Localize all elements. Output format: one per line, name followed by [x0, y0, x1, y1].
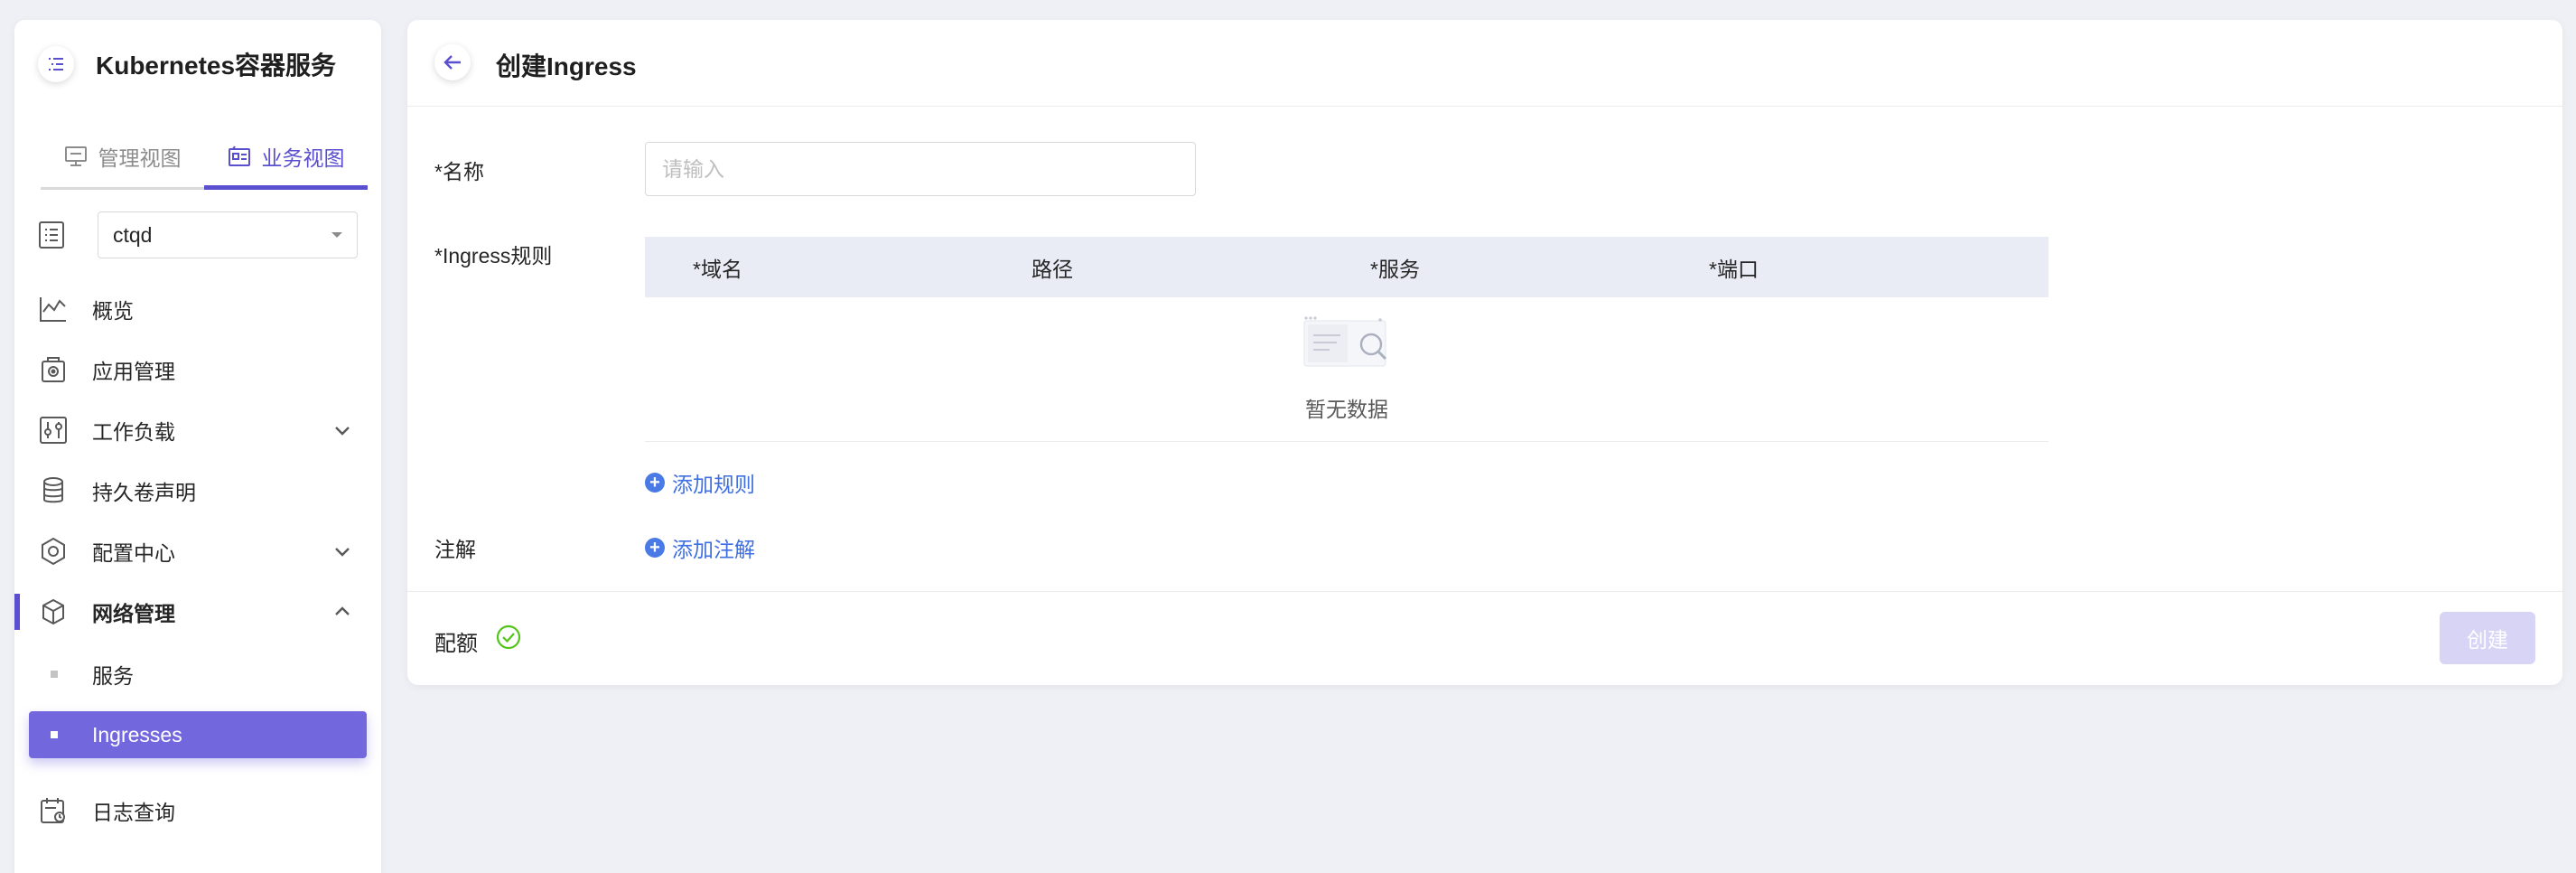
back-button[interactable]: [434, 44, 471, 80]
sidebar-item-workload[interactable]: 工作负载: [14, 403, 381, 457]
sidebar-subitem-label: 服务: [92, 664, 134, 688]
sidebar-item-label: 工作负载: [92, 420, 175, 444]
quota-label: 配额: [434, 632, 478, 656]
view-tabs: 管理视图 业务视图: [41, 125, 368, 190]
check-circle-icon[interactable]: [495, 624, 522, 651]
caret-down-icon: [331, 232, 342, 238]
tab-management-view[interactable]: 管理视图: [41, 125, 204, 187]
sidebar-subitem-label: Ingresses: [92, 722, 182, 746]
chevron-up-icon: [331, 601, 353, 623]
plus-circle-icon: +: [645, 538, 665, 558]
page-title: 创建Ingress: [496, 52, 637, 80]
chevron-down-icon: [331, 540, 353, 562]
empty-state: 暂无数据: [645, 297, 2049, 442]
annotations-label: 注解: [434, 538, 476, 561]
sidebar-item-pvc[interactable]: 持久卷声明: [14, 464, 381, 518]
name-label: *名称: [434, 160, 484, 183]
chevron-down-icon: [331, 419, 353, 441]
plus-circle-icon: +: [645, 473, 665, 493]
namespace-list-icon: [38, 221, 69, 249]
sidebar-item-label: 持久卷声明: [92, 481, 196, 504]
sidebar-item-label: 网络管理: [92, 602, 175, 625]
form-footer: 配额 创建: [407, 591, 2562, 685]
app-package-icon: [38, 354, 69, 385]
log-calendar-icon: [38, 795, 69, 826]
create-button[interactable]: 创建: [2440, 612, 2535, 664]
tab-management-view-label: 管理视图: [98, 146, 182, 170]
name-input[interactable]: [645, 142, 1196, 196]
empty-data-icon: [1303, 316, 1387, 367]
sidebar: Kubernetes容器服务 管理视图 业务视图 ctqd 概览 应用管理 工作…: [14, 20, 381, 873]
gear-icon: [38, 536, 69, 567]
create-ingress-card: 创建Ingress *名称 *Ingress规则 *域名 路径 *服务 *端口: [407, 20, 2562, 685]
column-header-service: *服务: [1370, 257, 1420, 281]
business-view-icon: [228, 145, 251, 167]
chart-line-icon: [38, 294, 69, 324]
namespace-row: ctqd: [38, 211, 358, 258]
namespace-value: ctqd: [113, 222, 153, 247]
ingress-rules-table: *域名 路径 *服务 *端口 暂无数据: [645, 237, 2049, 442]
sidebar-subitem-ingresses[interactable]: Ingresses: [29, 711, 367, 758]
active-indicator: [14, 594, 20, 630]
sidebar-item-label: 日志查询: [92, 801, 175, 824]
table-header: *域名 路径 *服务 *端口: [645, 237, 2049, 297]
sidebar-item-label: 配置中心: [92, 541, 175, 565]
column-header-port: *端口: [1709, 257, 1759, 281]
tab-business-view[interactable]: 业务视图: [204, 125, 368, 190]
tab-business-view-label: 业务视图: [261, 146, 345, 170]
add-annotation-button[interactable]: + 添加注解: [645, 532, 755, 563]
sidebar-item-config-center[interactable]: 配置中心: [14, 524, 381, 578]
page-header: 创建Ingress: [407, 20, 2562, 107]
sidebar-item-app-management[interactable]: 应用管理: [14, 343, 381, 397]
sidebar-item-label: 概览: [92, 299, 134, 323]
arrow-left-icon: [443, 55, 461, 70]
ingress-rules-label: *Ingress规则: [434, 244, 553, 268]
database-icon: [38, 475, 69, 506]
bullet-icon: [51, 731, 58, 738]
menu-collapse-icon[interactable]: [38, 46, 74, 82]
column-header-path: 路径: [1031, 257, 1073, 281]
sidebar-item-network[interactable]: 网络管理: [14, 585, 381, 639]
sidebar-item-log-query[interactable]: 日志查询: [14, 784, 381, 838]
namespace-select[interactable]: ctqd: [98, 211, 358, 258]
column-header-domain: *域名: [693, 257, 742, 281]
sidebar-item-label: 应用管理: [92, 360, 175, 383]
empty-text: 暂无数据: [1305, 398, 1388, 421]
add-rule-button[interactable]: + 添加规则: [645, 467, 755, 498]
monitor-icon: [64, 146, 88, 167]
bullet-icon: [51, 671, 58, 678]
sidebar-item-overview[interactable]: 概览: [14, 282, 381, 336]
brand: Kubernetes容器服务: [38, 46, 336, 82]
add-rule-label: 添加规则: [672, 473, 755, 496]
add-annotation-label: 添加注解: [672, 538, 755, 561]
workload-sliders-icon: [38, 415, 69, 446]
app-title: Kubernetes容器服务: [96, 52, 337, 80]
sidebar-subitem-services[interactable]: 服务: [29, 651, 367, 698]
network-cube-icon: [38, 596, 69, 627]
